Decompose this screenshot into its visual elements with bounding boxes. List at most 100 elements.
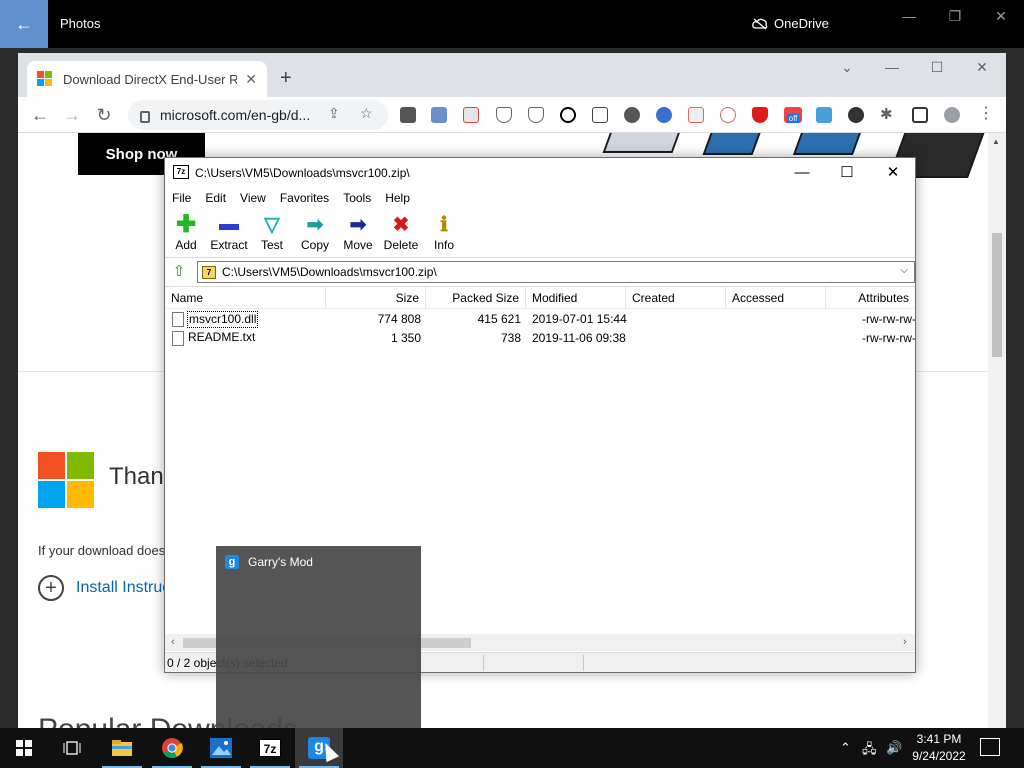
extension-11-icon[interactable]: off	[784, 107, 802, 123]
install-label: Install Instruc	[76, 579, 171, 596]
browser-tab[interactable]: Download DirectX End-User Runtime ✕	[27, 61, 267, 97]
sidebar-icon[interactable]	[912, 107, 928, 123]
column-size[interactable]: Size	[326, 287, 426, 309]
delete-button[interactable]: ✖ Delete	[379, 212, 423, 253]
photos-title-bar: ← Photos OneDrive — ❐ ✕	[0, 0, 1024, 48]
menu-view[interactable]: View	[240, 188, 266, 208]
menu-file[interactable]: File	[172, 188, 191, 208]
chrome-close-icon[interactable]: ✕	[968, 59, 996, 76]
extension-10-icon[interactable]	[752, 107, 768, 123]
back-arrow-icon[interactable]: ←	[0, 0, 48, 48]
menu-tools[interactable]: Tools	[343, 188, 371, 208]
network-icon[interactable]: 🖧	[862, 740, 877, 762]
star-icon[interactable]: ☆	[360, 105, 373, 122]
microsoft-logo-icon	[38, 452, 94, 508]
zip-close-icon[interactable]: ✕	[871, 162, 915, 184]
chrome-maximize-icon[interactable]: ☐	[923, 59, 951, 76]
reload-icon[interactable]: ↻	[92, 103, 116, 127]
menu-help[interactable]: Help	[385, 188, 410, 208]
tab-close-icon[interactable]: ✕	[245, 71, 257, 88]
extract-icon: ▬	[219, 212, 239, 235]
install-instructions-link[interactable]: + Install Instruc	[38, 575, 170, 601]
extension-8-icon[interactable]	[688, 107, 704, 123]
chevron-down-icon[interactable]: ⌵	[900, 265, 908, 276]
extension-13-icon[interactable]	[848, 107, 864, 123]
table-row[interactable]: msvcr100.dll 774 808 415 621 2019-07-01 …	[165, 310, 915, 329]
minimize-icon[interactable]: —	[894, 8, 924, 28]
profile-icon[interactable]	[944, 107, 960, 123]
photos-button[interactable]	[197, 728, 245, 768]
extension-4-icon[interactable]	[560, 107, 576, 123]
onedrive-button[interactable]: OneDrive	[752, 16, 829, 31]
zip-maximize-icon[interactable]: ☐	[825, 162, 869, 184]
zip-toolbar: ✚ Add ▬ Extract ▽ Test ➡ Copy ➡ Move ✖ D…	[165, 208, 915, 258]
close-icon[interactable]: ✕	[986, 8, 1016, 28]
menu-favorites[interactable]: Favorites	[280, 188, 329, 208]
menu-edit[interactable]: Edit	[205, 188, 226, 208]
zip-minimize-icon[interactable]: —	[780, 162, 824, 184]
folder-up-icon[interactable]: ⇧	[169, 262, 189, 282]
extension-5-icon[interactable]	[592, 107, 608, 123]
7zip-button[interactable]: 7z	[246, 728, 294, 768]
list-header: Name Size Packed Size Modified Created A…	[165, 287, 915, 309]
page-scrollbar[interactable]: ▲	[988, 133, 1006, 728]
new-tab-icon[interactable]: +	[280, 67, 292, 90]
shield-2-icon[interactable]	[528, 107, 544, 123]
extension-2-icon[interactable]	[431, 107, 447, 123]
notification-icon[interactable]	[980, 738, 1000, 756]
chrome-button[interactable]	[148, 728, 196, 768]
taskbar-preview[interactable]: g Garry's Mod	[216, 546, 421, 728]
task-view-button[interactable]	[48, 728, 96, 768]
scroll-right-icon[interactable]: ›	[903, 636, 907, 648]
address-bar[interactable]: microsoft.com/en-gb/d...	[128, 100, 388, 130]
column-attributes[interactable]: Attributes	[826, 287, 915, 309]
scroll-up-icon[interactable]: ▲	[992, 137, 1000, 146]
file-explorer-button[interactable]	[98, 728, 146, 768]
back-icon[interactable]: ←	[28, 103, 52, 127]
chevron-up-icon[interactable]: ⌃	[840, 740, 851, 756]
info-label: Info	[433, 238, 454, 252]
share-icon[interactable]: ⇪	[328, 105, 340, 122]
copy-button[interactable]: ➡ Copy	[293, 212, 337, 253]
extension-3-icon[interactable]	[463, 107, 479, 123]
extension-9-icon[interactable]	[720, 107, 736, 123]
7zip-app-icon: 7z	[173, 165, 189, 179]
extract-button[interactable]: ▬ Extract	[207, 212, 251, 253]
forward-icon[interactable]: →	[60, 103, 84, 127]
start-button[interactable]	[0, 728, 48, 768]
archive-icon: 7	[202, 265, 216, 279]
extension-6-icon[interactable]	[624, 107, 640, 123]
path-field[interactable]: 7 C:\Users\VM5\Downloads\msvcr100.zip\ ⌵	[197, 261, 915, 283]
system-clock[interactable]: 3:41 PM 9/24/2022	[908, 731, 970, 765]
file-size: 774 808	[377, 312, 421, 326]
info-icon: ℹ	[440, 213, 448, 236]
extension-7-icon[interactable]	[656, 107, 672, 123]
test-label: Test	[260, 238, 283, 252]
add-button[interactable]: ✚ Add	[164, 211, 208, 253]
chrome-minimize-icon[interactable]: —	[878, 59, 906, 75]
column-accessed[interactable]: Accessed	[726, 287, 826, 309]
extension-12-icon[interactable]	[816, 107, 832, 123]
browser-toolbar: ← → ↻ microsoft.com/en-gb/d... ⇪ ☆ off ✱…	[18, 97, 1006, 133]
column-created[interactable]: Created	[626, 287, 726, 309]
shield-icon[interactable]	[496, 107, 512, 123]
scroll-left-icon[interactable]: ‹	[171, 636, 175, 648]
zip-title-bar: 7z C:\Users\VM5\Downloads\msvcr100.zip\ …	[165, 158, 915, 188]
column-name[interactable]: Name	[165, 287, 326, 309]
move-button[interactable]: ➡ Move	[336, 212, 380, 253]
test-button[interactable]: ▽ Test	[250, 212, 294, 253]
volume-icon[interactable]: 🔊	[886, 740, 902, 756]
chevron-down-icon[interactable]: ⌄	[833, 59, 861, 76]
file-modified: 2019-11-06 09:38	[532, 331, 626, 345]
extension-1-icon[interactable]	[400, 107, 416, 123]
column-packed-size[interactable]: Packed Size	[426, 287, 526, 309]
extensions-icon[interactable]: ✱	[880, 105, 893, 123]
tab-title: Download DirectX End-User Runtime	[62, 71, 238, 87]
info-button[interactable]: ℹ Info	[422, 212, 466, 253]
column-modified[interactable]: Modified	[526, 287, 626, 309]
file-name: msvcr100.dll	[187, 311, 259, 328]
scroll-thumb[interactable]	[992, 233, 1002, 357]
table-row[interactable]: README.txt 1 350 738 2019-11-06 09:38 -r…	[165, 329, 915, 348]
menu-icon[interactable]: ⋮	[978, 103, 994, 123]
restore-icon[interactable]: ❐	[940, 8, 970, 28]
